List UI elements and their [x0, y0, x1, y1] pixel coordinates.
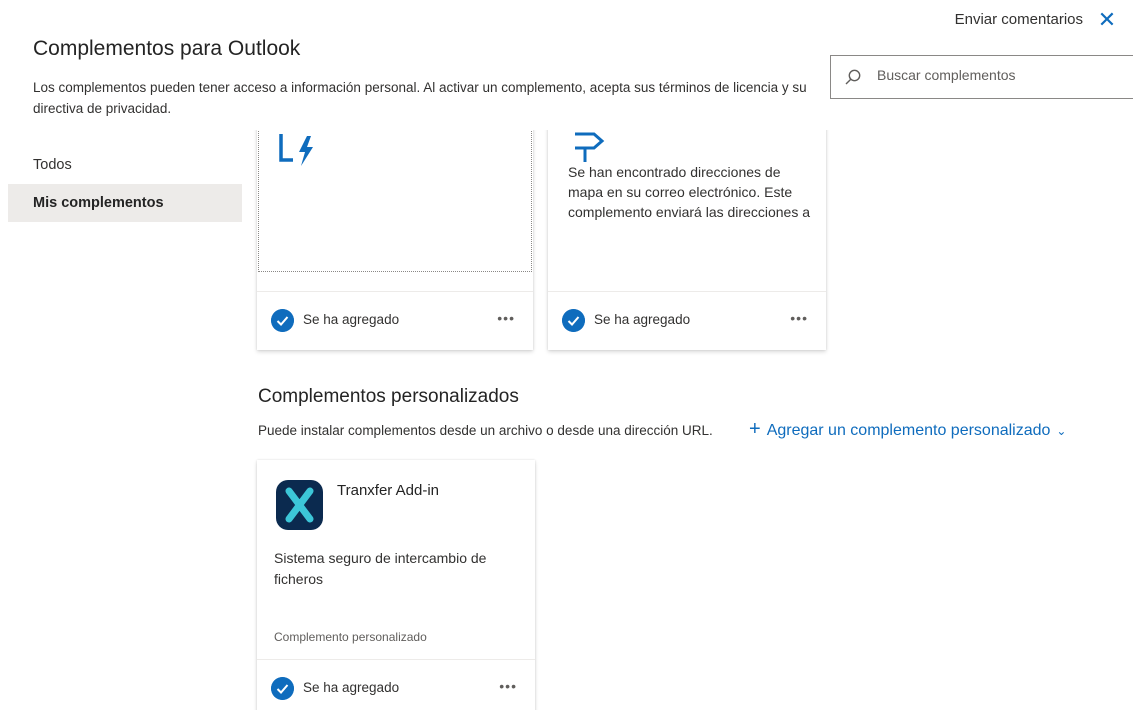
page-title: Complementos para Outlook	[33, 37, 301, 60]
more-options-button[interactable]: •••	[790, 310, 808, 326]
card-footer: Se ha agregado •••	[548, 291, 826, 350]
check-icon	[271, 309, 294, 332]
addin-description: Se han encontrado direcciones de mapa en…	[568, 164, 811, 220]
search-icon	[845, 69, 861, 85]
sidebar-item-todos[interactable]: Todos	[8, 146, 242, 184]
add-custom-addin-label: Agregar un complemento personalizado	[766, 422, 1051, 439]
added-status: Se ha agregado	[303, 680, 400, 695]
close-button[interactable]: ✕	[1095, 8, 1119, 32]
lightning-addin-icon	[279, 134, 313, 166]
more-options-button[interactable]: •••	[499, 678, 517, 694]
more-options-button[interactable]: •••	[497, 310, 515, 326]
addin-card[interactable]: Se han encontrado direcciones de mapa en…	[548, 130, 826, 350]
addin-card-tranxfer[interactable]: Tranxfer Add-in Sistema seguro de interc…	[257, 460, 535, 710]
added-status: Se ha agregado	[303, 312, 400, 327]
plus-icon: +	[749, 418, 761, 440]
custom-addin-tag: Complemento personalizado	[274, 630, 427, 644]
sidebar-item-mis-complementos[interactable]: Mis complementos	[8, 184, 242, 222]
addin-description: Sistema seguro de intercambio de fichero…	[274, 550, 487, 587]
addin-card[interactable]: Se ha agregado •••	[257, 130, 533, 350]
page-description: Los complementos pueden tener acceso a i…	[33, 80, 807, 116]
chevron-down-icon: ⌄	[1056, 424, 1067, 438]
send-feedback-link[interactable]: Enviar comentarios	[955, 11, 1083, 28]
added-status: Se ha agregado	[594, 312, 691, 327]
tranxfer-x-icon	[276, 480, 323, 530]
card-footer: Se ha agregado •••	[257, 659, 535, 710]
addin-name: Tranxfer Add-in	[337, 482, 439, 499]
map-sign-icon	[575, 132, 605, 162]
card-footer: Se ha agregado •••	[257, 291, 533, 350]
search-box[interactable]	[830, 55, 1133, 99]
section-title: Complementos personalizados	[258, 386, 519, 407]
section-description: Puede instalar complementos desde un arc…	[258, 423, 713, 438]
addins-content[interactable]: Se ha agregado ••• Se han encontrado dir…	[245, 130, 1133, 710]
close-icon: ✕	[1097, 7, 1117, 32]
check-icon	[271, 677, 294, 700]
check-icon	[562, 309, 585, 332]
add-custom-addin-button[interactable]: + Agregar un complemento personalizado ⌄	[749, 418, 1066, 441]
search-input[interactable]	[875, 66, 1119, 84]
